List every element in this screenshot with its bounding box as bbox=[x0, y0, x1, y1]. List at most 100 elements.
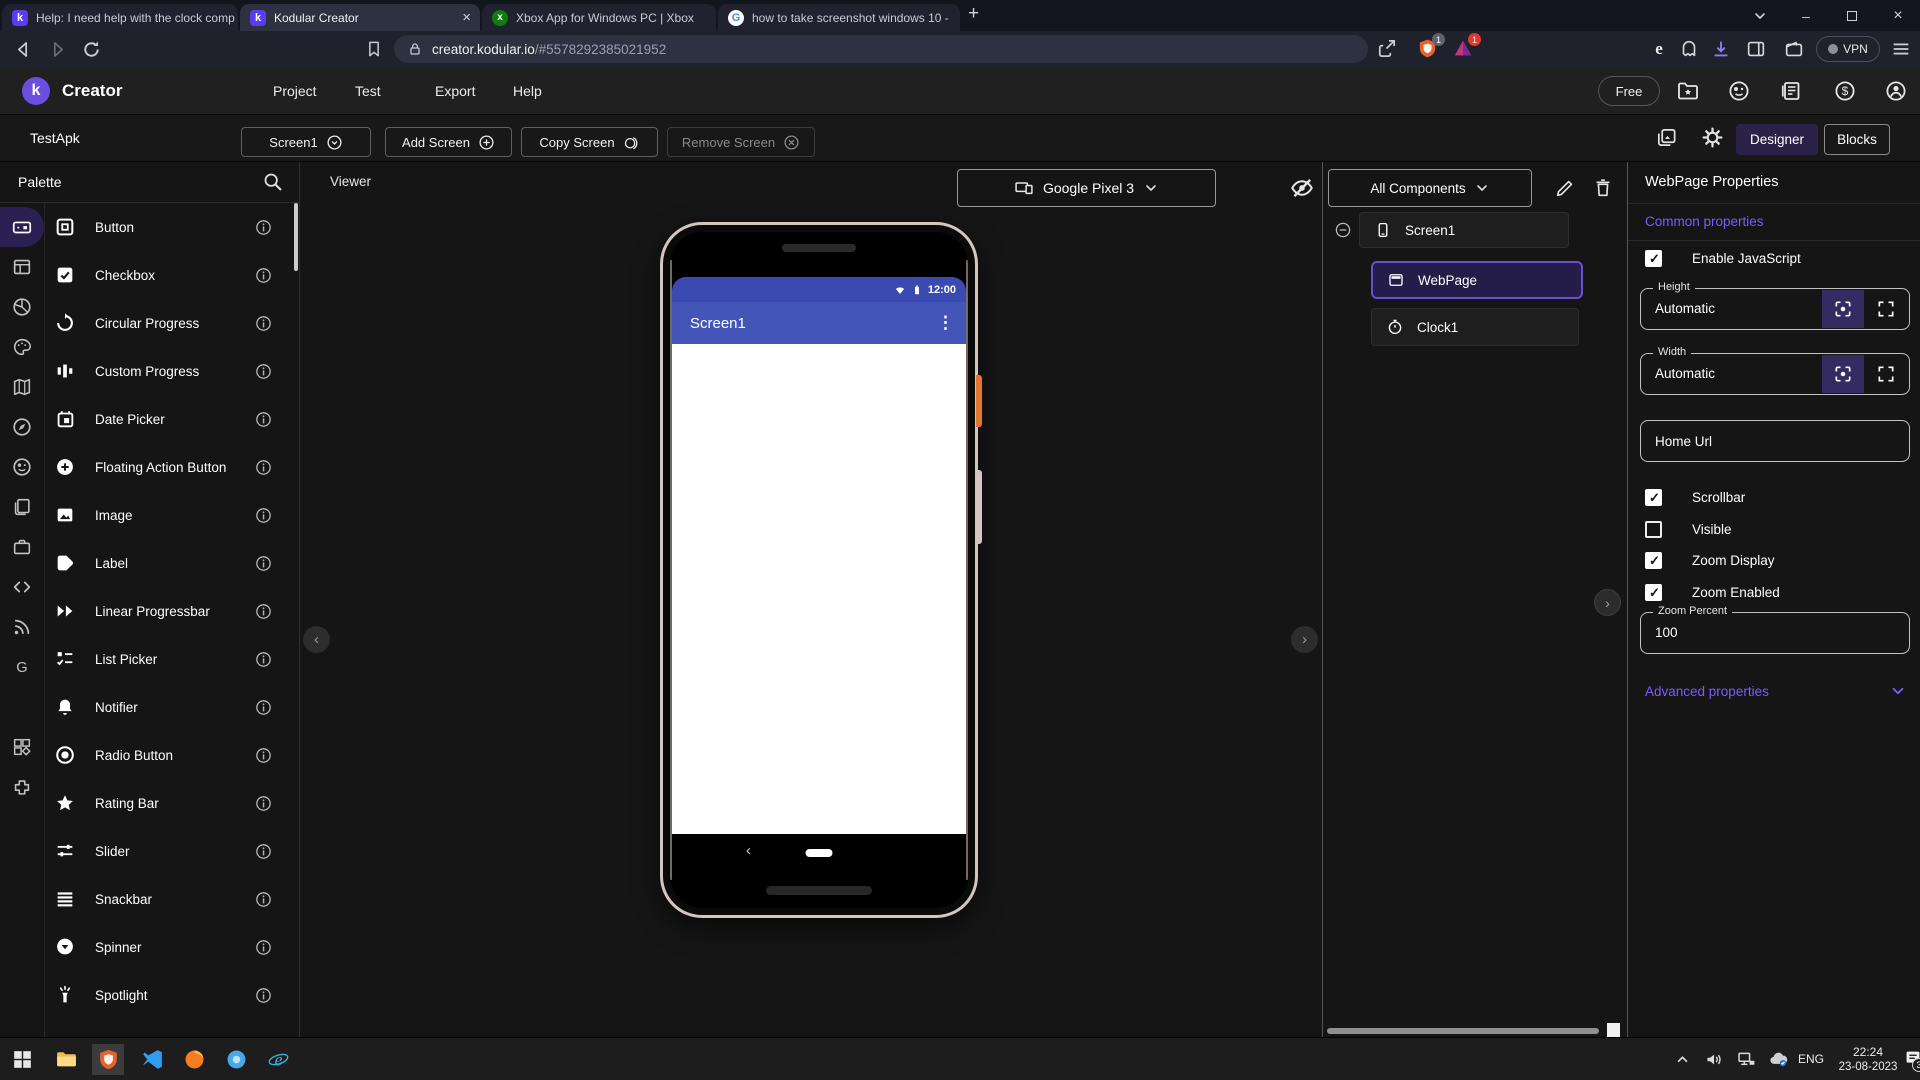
palette-item[interactable]: Linear Progressbar bbox=[45, 587, 299, 635]
toolbar-button[interactable]: Remove Screen bbox=[667, 127, 815, 157]
property-checkbox-row[interactable]: Zoom Enabled bbox=[1645, 584, 1780, 601]
toolbar-button[interactable]: Screen1 bbox=[241, 127, 371, 157]
bookmark-icon[interactable] bbox=[364, 39, 384, 59]
maximize-icon[interactable] bbox=[1841, 6, 1863, 26]
plan-badge[interactable]: Free bbox=[1598, 76, 1660, 106]
info-icon[interactable] bbox=[255, 699, 272, 716]
info-icon[interactable] bbox=[255, 363, 272, 380]
browser-tab[interactable]: Kodular Creator × bbox=[240, 4, 480, 31]
palette-item[interactable]: Image bbox=[45, 491, 299, 539]
overflow-menu-icon[interactable]: ⋮ bbox=[937, 313, 954, 333]
taskbar-app[interactable] bbox=[6, 1044, 38, 1075]
info-icon[interactable] bbox=[255, 603, 272, 620]
palette-category[interactable] bbox=[0, 247, 44, 287]
palette-item[interactable]: Checkbox bbox=[45, 251, 299, 299]
app-preview[interactable]: 12:00 Screen1 ⋮ bbox=[672, 277, 966, 834]
minimize-icon[interactable]: – bbox=[1795, 6, 1817, 26]
palette-item[interactable]: Notifier bbox=[45, 683, 299, 731]
palette-scrollbar[interactable] bbox=[294, 203, 298, 271]
reload-icon[interactable] bbox=[80, 38, 103, 61]
blocks-tab[interactable]: Blocks bbox=[1824, 124, 1890, 155]
tree-node[interactable]: Clock1 bbox=[1371, 308, 1579, 346]
taskbar-app[interactable] bbox=[92, 1044, 124, 1075]
palette-item[interactable]: Rating Bar bbox=[45, 779, 299, 827]
checkbox[interactable] bbox=[1645, 552, 1662, 569]
wallet-icon[interactable] bbox=[1783, 38, 1805, 60]
palette-category[interactable] bbox=[0, 687, 44, 727]
palette-item[interactable]: Date Picker bbox=[45, 395, 299, 443]
browser-tab[interactable]: Xbox App for Windows PC | Xbox bbox=[482, 4, 716, 31]
info-icon[interactable] bbox=[255, 795, 272, 812]
community-icon[interactable] bbox=[1727, 79, 1751, 103]
extension-e-icon[interactable]: e bbox=[1648, 38, 1670, 60]
assets-icon[interactable] bbox=[1655, 126, 1678, 149]
onedrive-icon[interactable] bbox=[1768, 1049, 1789, 1070]
designer-tab[interactable]: Designer bbox=[1736, 124, 1818, 155]
zoom-percent-field[interactable]: Zoom Percent 100 bbox=[1640, 605, 1910, 654]
checkbox[interactable] bbox=[1645, 584, 1662, 601]
sidebar-toggle-icon[interactable] bbox=[1745, 38, 1767, 60]
monetization-icon[interactable] bbox=[1833, 79, 1857, 103]
palette-item[interactable]: Floating Action Button bbox=[45, 443, 299, 491]
eye-off-icon[interactable] bbox=[1289, 175, 1315, 201]
tree-horizontal-scrollbar[interactable] bbox=[1327, 1028, 1599, 1034]
palette-category[interactable] bbox=[0, 567, 44, 607]
network-icon[interactable] bbox=[1736, 1049, 1757, 1070]
menu-item[interactable]: Project bbox=[273, 83, 317, 99]
gear-icon[interactable] bbox=[1701, 126, 1724, 149]
info-icon[interactable] bbox=[255, 747, 272, 764]
palette-category[interactable] bbox=[0, 607, 44, 647]
palette-category[interactable] bbox=[0, 647, 44, 687]
info-icon[interactable] bbox=[255, 315, 272, 332]
palette-item[interactable]: List Picker bbox=[45, 635, 299, 683]
palette-item[interactable]: Custom Progress bbox=[45, 347, 299, 395]
downloads-icon[interactable] bbox=[1710, 38, 1732, 60]
property-checkbox-row[interactable]: Zoom Display bbox=[1645, 552, 1775, 569]
toolbar-button[interactable]: Add Screen bbox=[385, 127, 512, 157]
panel-collapse-button[interactable]: › bbox=[1594, 589, 1621, 616]
palette-item[interactable]: Spinner bbox=[45, 923, 299, 971]
browser-menu-icon[interactable] bbox=[1890, 38, 1912, 60]
palette-category[interactable] bbox=[0, 527, 44, 567]
palette-category[interactable] bbox=[0, 367, 44, 407]
account-icon[interactable] bbox=[1884, 79, 1908, 103]
info-icon[interactable] bbox=[255, 459, 272, 476]
scrollbar-handle[interactable] bbox=[1607, 1023, 1620, 1038]
taskbar-app[interactable] bbox=[178, 1044, 210, 1075]
tray-expand-icon[interactable] bbox=[1672, 1049, 1693, 1070]
palette-category[interactable] bbox=[0, 727, 44, 767]
info-icon[interactable] bbox=[255, 411, 272, 428]
info-icon[interactable] bbox=[255, 939, 272, 956]
checkbox[interactable] bbox=[1645, 489, 1662, 506]
viewer-next-button[interactable]: › bbox=[1291, 626, 1318, 653]
taskbar-app[interactable] bbox=[50, 1044, 82, 1075]
menu-item[interactable]: Help bbox=[513, 83, 542, 99]
projects-folder-icon[interactable] bbox=[1676, 79, 1700, 103]
browser-tab[interactable]: Help: I need help with the clock comp bbox=[2, 4, 238, 31]
url-bar[interactable]: creator.kodular.io/#5578292385021952 bbox=[394, 35, 1368, 63]
info-icon[interactable] bbox=[255, 843, 272, 860]
palette-item[interactable]: Snackbar bbox=[45, 875, 299, 923]
palette-item[interactable]: Spotlight bbox=[45, 971, 299, 1019]
toolbar-button[interactable]: Copy Screen bbox=[521, 127, 658, 157]
back-icon[interactable] bbox=[12, 38, 35, 61]
checkbox[interactable] bbox=[1645, 521, 1662, 538]
clock-time[interactable]: 22:24 bbox=[1836, 1045, 1900, 1059]
palette-category[interactable] bbox=[0, 287, 44, 327]
language-indicator[interactable]: ENG bbox=[1798, 1052, 1824, 1066]
screen-canvas[interactable] bbox=[672, 344, 966, 834]
search-icon[interactable] bbox=[262, 171, 283, 192]
property-checkbox-row[interactable]: Visible bbox=[1645, 521, 1732, 538]
info-icon[interactable] bbox=[255, 267, 272, 284]
nav-back-icon[interactable]: ‹ bbox=[746, 842, 751, 859]
tab-search-icon[interactable] bbox=[1749, 6, 1771, 26]
palette-category[interactable] bbox=[0, 207, 44, 247]
taskbar-app[interactable] bbox=[220, 1044, 252, 1075]
taskbar-app[interactable] bbox=[136, 1044, 168, 1075]
palette-item[interactable]: Circular Progress bbox=[45, 299, 299, 347]
forward-icon[interactable] bbox=[46, 38, 69, 61]
palette-category[interactable] bbox=[0, 447, 44, 487]
info-icon[interactable] bbox=[255, 987, 272, 1004]
tree-node[interactable]: WebPage bbox=[1371, 261, 1583, 299]
device-selector[interactable]: Google Pixel 3 bbox=[957, 169, 1216, 207]
